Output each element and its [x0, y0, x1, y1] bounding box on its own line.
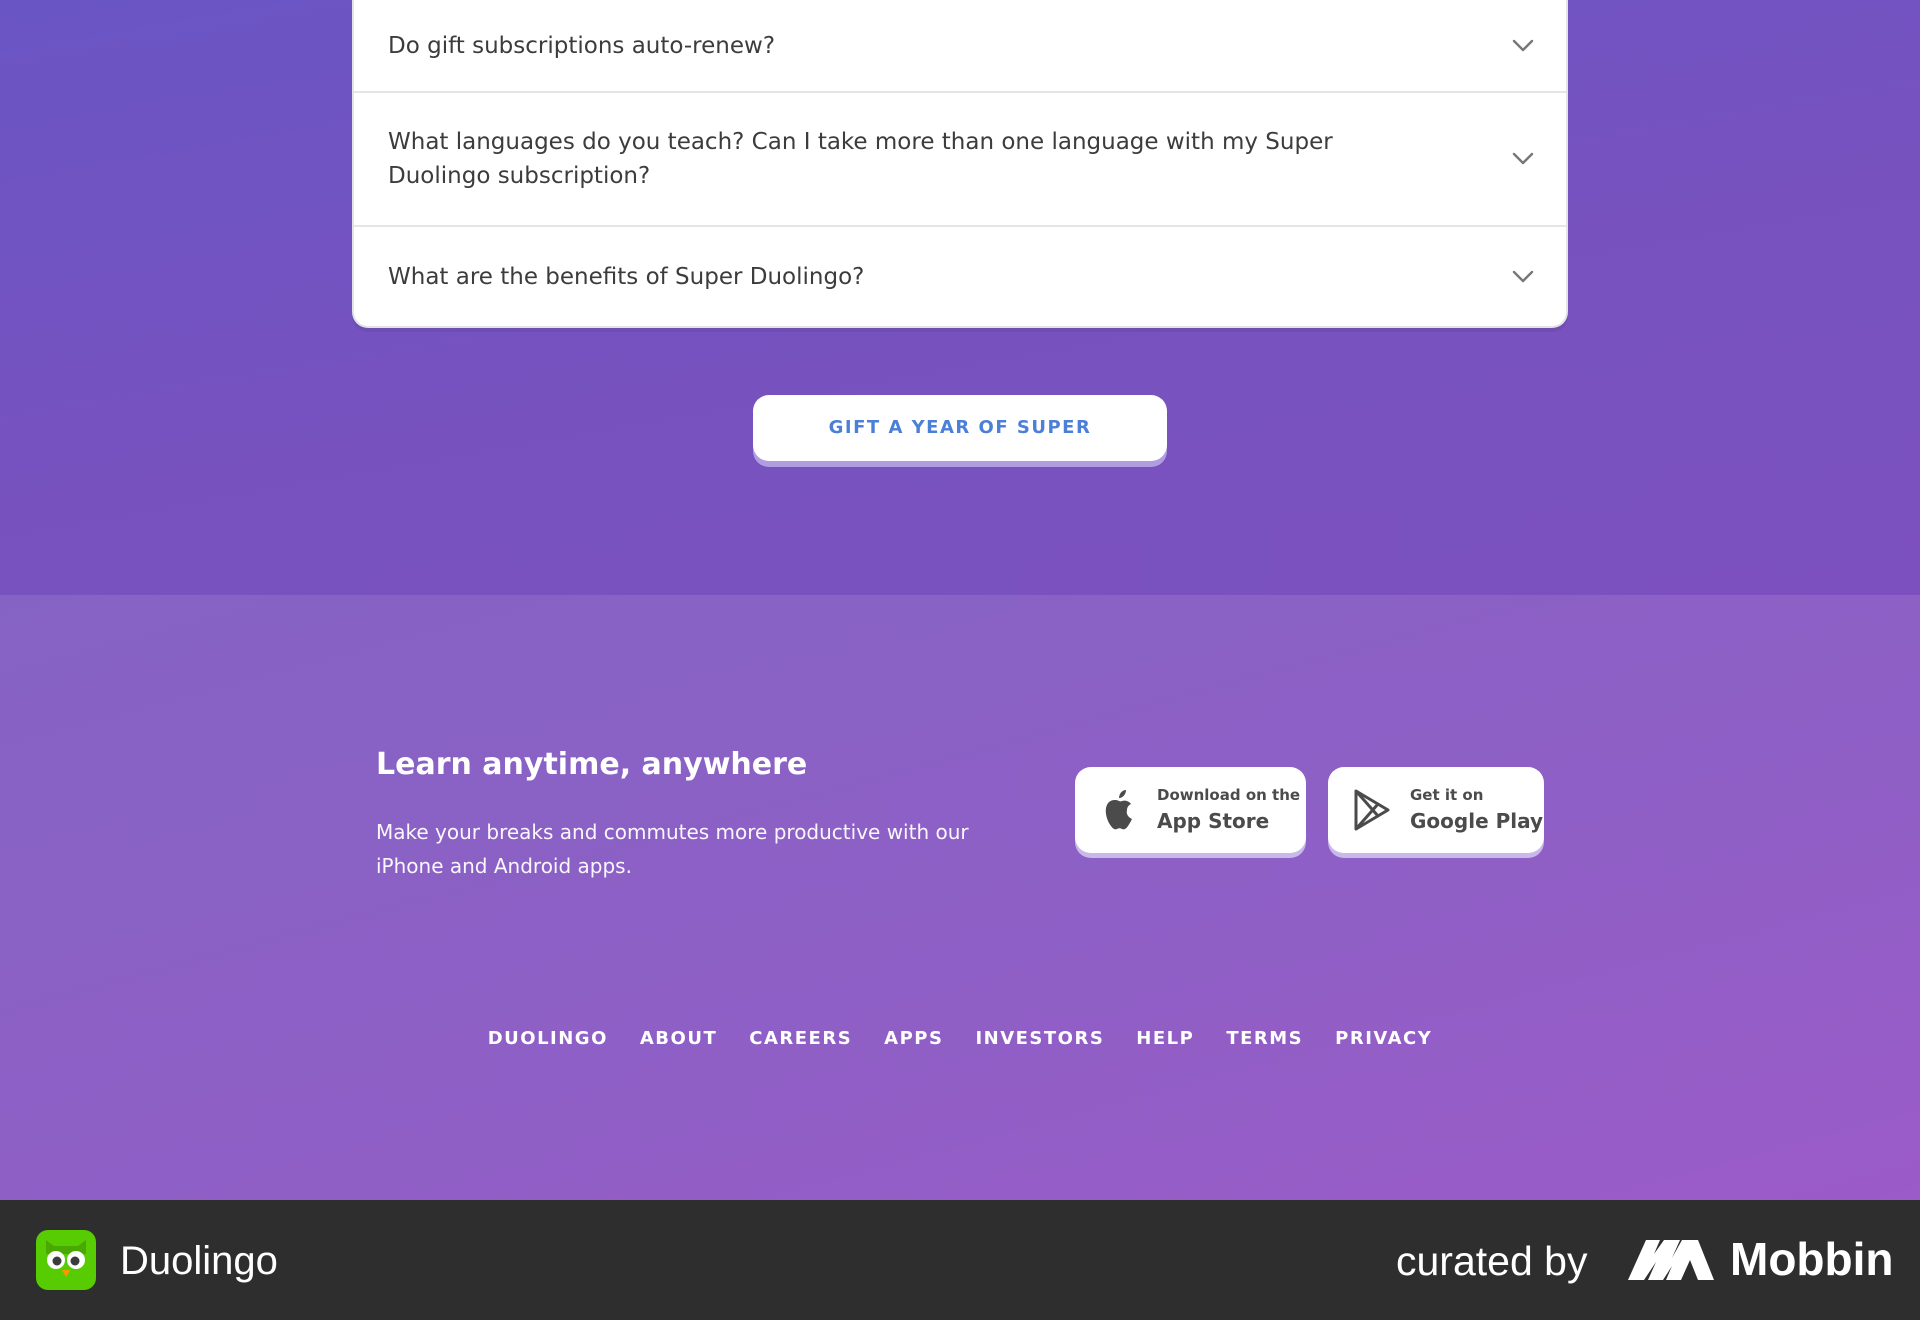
- app-store-button[interactable]: Download on the App Store: [1075, 767, 1306, 853]
- footer-link-terms[interactable]: TERMS: [1226, 1028, 1303, 1049]
- google-play-button[interactable]: Get it on Google Play: [1328, 767, 1544, 853]
- chevron-down-icon: [1512, 270, 1534, 282]
- curated-by-text: curated by: [1396, 1238, 1588, 1284]
- gift-a-year-button[interactable]: GIFT A YEAR OF SUPER: [753, 395, 1167, 461]
- faq-item[interactable]: What are the benefits of Super Duolingo?: [354, 227, 1566, 326]
- google-play-label: Google Play: [1410, 809, 1544, 833]
- faq-list: Do gift subscriptions auto-renew? What l…: [352, 0, 1568, 328]
- footer: Learn anytime, anywhere Make your breaks…: [0, 595, 1920, 1200]
- app-store-small-text: Download on the: [1157, 786, 1301, 804]
- chevron-down-icon: [1512, 39, 1534, 51]
- attribution-bar: Duolingo curated by Mobbin: [0, 1200, 1920, 1320]
- mobbin-logo-icon: [1628, 1240, 1714, 1280]
- chevron-down-icon: [1512, 152, 1534, 165]
- footer-link-privacy[interactable]: PRIVACY: [1335, 1028, 1432, 1049]
- curator-name: Mobbin: [1730, 1233, 1894, 1285]
- footer-link-careers[interactable]: CAREERS: [749, 1028, 852, 1049]
- duolingo-owl-icon: [36, 1230, 96, 1290]
- footer-link-investors[interactable]: INVESTORS: [975, 1028, 1104, 1049]
- faq-item[interactable]: What languages do you teach? Can I take …: [354, 93, 1566, 227]
- google-play-small-text: Get it on: [1410, 786, 1484, 804]
- faq-question: Do gift subscriptions auto-renew?: [388, 32, 776, 59]
- app-name: Duolingo: [120, 1239, 278, 1283]
- faq-question: What are the benefits of Super Duolingo?: [388, 263, 865, 290]
- footer-link-duolingo[interactable]: DUOLINGO: [488, 1028, 608, 1049]
- app-store-label: App Store: [1157, 809, 1270, 833]
- footer-link-help[interactable]: HELP: [1136, 1028, 1194, 1049]
- faq-question: What languages do you teach? Can I take …: [388, 129, 1333, 189]
- apps-title: Learn anytime, anywhere: [376, 747, 808, 782]
- apps-description: Make your breaks and commutes more produ…: [376, 820, 969, 878]
- apple-icon: [1105, 790, 1132, 830]
- footer-link-about[interactable]: ABOUT: [640, 1028, 717, 1049]
- google-play-icon: [1354, 789, 1390, 831]
- faq-item[interactable]: Do gift subscriptions auto-renew?: [354, 0, 1566, 93]
- footer-nav: DUOLINGO ABOUT CAREERS APPS INVESTORS HE…: [0, 1028, 1920, 1049]
- faq-section: Do gift subscriptions auto-renew? What l…: [0, 0, 1920, 595]
- footer-link-apps[interactable]: APPS: [884, 1028, 943, 1049]
